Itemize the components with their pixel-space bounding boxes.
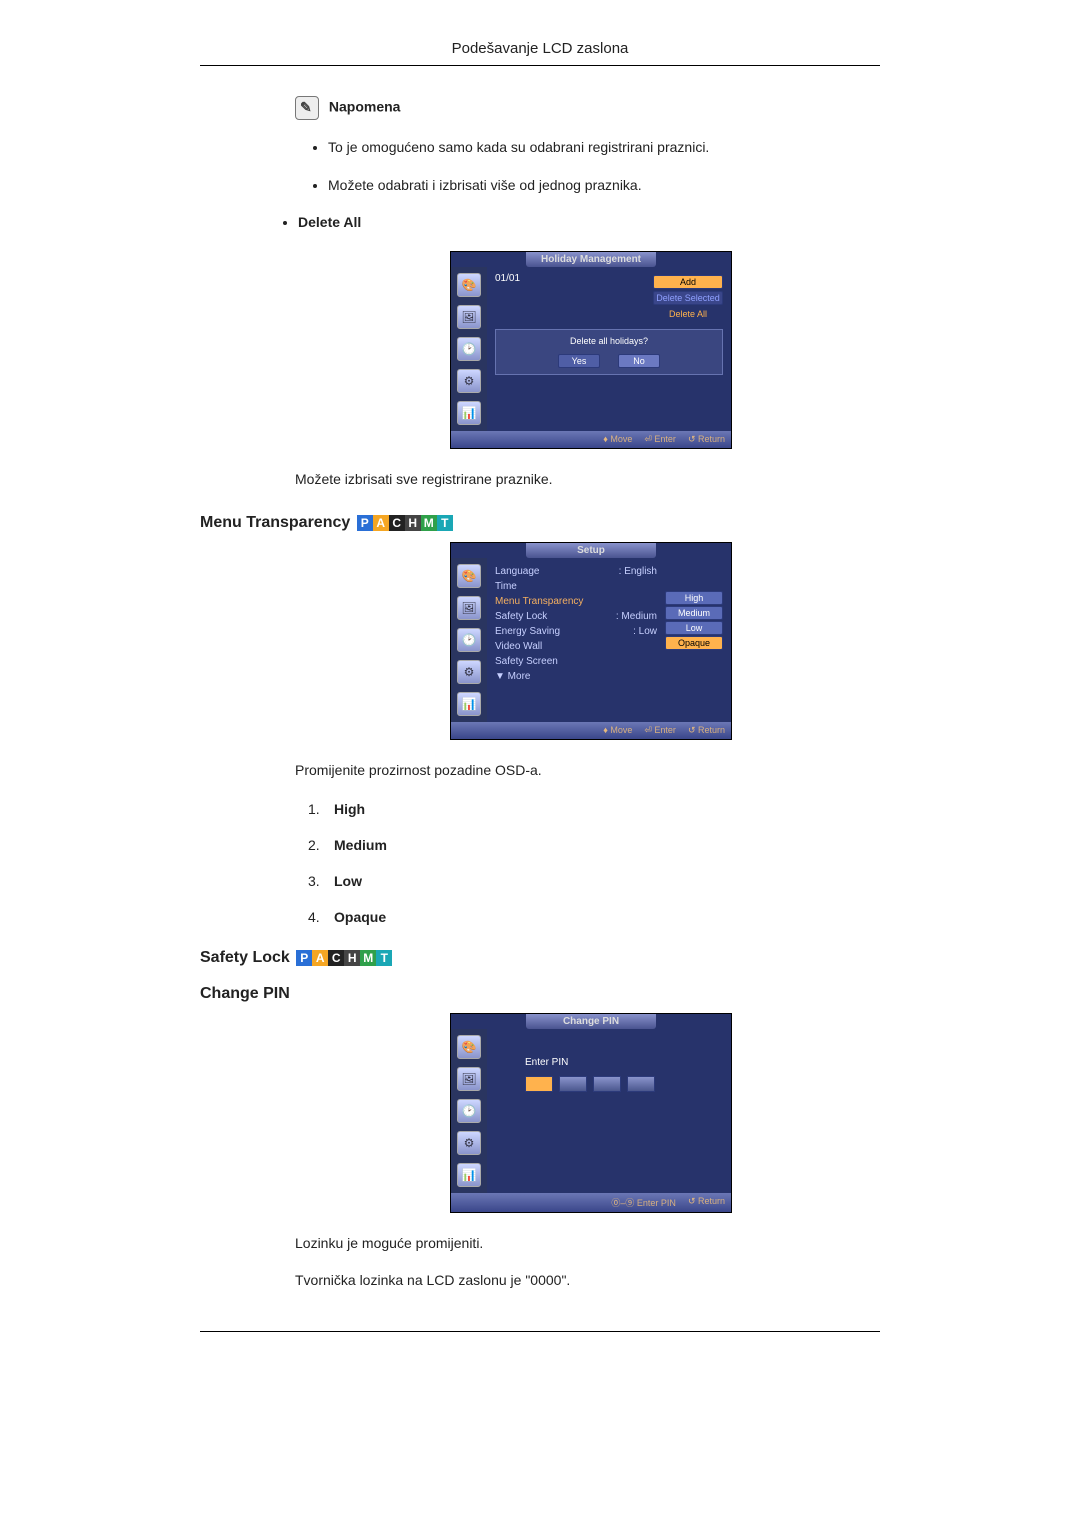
option-high-item: 1.High [308, 801, 880, 817]
osd-footer: ♦ Move ⏎ Enter ↺ Return [451, 431, 731, 448]
enter-pin-label: Enter PIN [525, 1057, 723, 1068]
delete-selected-button[interactable]: Delete Selected [653, 291, 723, 305]
osd-icon-gear[interactable]: ⚙ [457, 660, 481, 684]
osd-icon-palette[interactable]: 🎨 [457, 564, 481, 588]
option-low[interactable]: Low [665, 621, 723, 635]
osd-icon-gear[interactable]: ⚙ [457, 1131, 481, 1155]
menu-video-wall[interactable]: Video Wall [495, 639, 657, 654]
note-bullet: To je omogućeno samo kada su odabrani re… [328, 138, 880, 158]
holiday-date: 01/01 [495, 273, 520, 284]
menu-more[interactable]: ▼ More [495, 669, 657, 684]
osd-footer: ♦ Move ⏎ Enter ↺ Return [451, 722, 731, 739]
note-heading-label: Napomena [329, 99, 401, 115]
osd-icon-clock[interactable]: 🕑 [457, 628, 481, 652]
m-icon: M [421, 515, 437, 531]
t-icon: T [437, 515, 453, 531]
delete-all-dialog: Delete all holidays? Yes No [495, 329, 723, 375]
osd-icon-palette[interactable]: 🎨 [457, 1035, 481, 1059]
menu-energy-saving[interactable]: Energy Saving: Low [495, 624, 657, 639]
a-icon: A [312, 950, 328, 966]
pin-input-boxes[interactable] [525, 1076, 723, 1092]
osd-sidebar-icons: 🎨 🖼 🕑 ⚙ 📊 [451, 267, 487, 431]
osd-icon-clock[interactable]: 🕑 [457, 337, 481, 361]
menu-language[interactable]: Language: English [495, 564, 657, 579]
dialog-question: Delete all holidays? [502, 336, 716, 346]
menu-time[interactable]: Time [495, 579, 657, 594]
page-title: Podešavanje LCD zaslona [200, 40, 880, 66]
option-medium-item: 2.Medium [308, 837, 880, 853]
footer-enter: ⏎ Enter [644, 434, 676, 445]
footer-return: ↺ Return [688, 434, 725, 445]
footer-move: ♦ Move [603, 725, 632, 736]
osd-footer: ⓪–⑨ Enter PIN ↺ Return [451, 1193, 731, 1212]
p-icon: P [296, 950, 312, 966]
osd-holiday-management: Holiday Management 🎨 🖼 🕑 ⚙ 📊 01/01 Add D… [450, 251, 732, 449]
delete-all-desc: Možete izbrisati sve registrirane prazni… [295, 469, 880, 490]
delete-all-button[interactable]: Delete All [653, 307, 723, 321]
osd-title: Holiday Management [526, 252, 656, 267]
osd-icon-palette[interactable]: 🎨 [457, 273, 481, 297]
menu-transparency-heading: Menu Transparency P A C H M T [200, 514, 880, 532]
change-pin-desc2: Tvornička lozinka na LCD zaslonu je "000… [295, 1270, 880, 1291]
pin-box-4[interactable] [627, 1076, 655, 1092]
pin-box-2[interactable] [559, 1076, 587, 1092]
menu-menu-transparency[interactable]: Menu Transparency [495, 594, 657, 609]
osd-sidebar-icons: 🎨 🖼 🕑 ⚙ 📊 [451, 558, 487, 722]
a-icon: A [373, 515, 389, 531]
note-bullet: Možete odabrati i izbrisati više od jedn… [328, 176, 880, 196]
footer-return: ↺ Return [688, 1196, 725, 1209]
footer-move: ♦ Move [603, 434, 632, 445]
h-icon: H [344, 950, 360, 966]
option-low-item: 3.Low [308, 873, 880, 889]
footer-enter: ⏎ Enter [644, 725, 676, 736]
note-heading: Napomena [295, 96, 880, 120]
delete-all-item: Delete All [298, 213, 880, 233]
osd-title: Setup [526, 543, 656, 558]
safety-lock-heading: Safety Lock P A C H M T [200, 949, 880, 967]
osd-icon-image[interactable]: 🖼 [457, 305, 481, 329]
dialog-yes-button[interactable]: Yes [558, 354, 600, 368]
change-pin-desc1: Lozinku je moguće promijeniti. [295, 1233, 880, 1254]
m-icon: M [360, 950, 376, 966]
menu-safety-screen[interactable]: Safety Screen [495, 654, 657, 669]
osd-icon-image[interactable]: 🖼 [457, 1067, 481, 1091]
footer-enter-pin: ⓪–⑨ Enter PIN [611, 1196, 676, 1209]
osd-icon-bars[interactable]: 📊 [457, 692, 481, 716]
osd-sidebar-icons: 🎨 🖼 🕑 ⚙ 📊 [451, 1029, 487, 1193]
option-opaque[interactable]: Opaque [665, 636, 723, 650]
h-icon: H [405, 515, 421, 531]
pencil-icon [295, 96, 319, 120]
pin-box-1[interactable] [525, 1076, 553, 1092]
footer-return: ↺ Return [688, 725, 725, 736]
pin-box-3[interactable] [593, 1076, 621, 1092]
change-pin-heading: Change PIN [200, 985, 880, 1003]
t-icon: T [376, 950, 392, 966]
osd-icon-gear[interactable]: ⚙ [457, 369, 481, 393]
p-icon: P [357, 515, 373, 531]
transparency-desc: Promijenite prozirnost pozadine OSD-a. [295, 760, 880, 781]
osd-icon-bars[interactable]: 📊 [457, 401, 481, 425]
pachmt-icons: P A C H M T [357, 515, 453, 531]
c-icon: C [328, 950, 344, 966]
bottom-rule [200, 1331, 880, 1332]
delete-all-label: Delete All [298, 214, 361, 230]
osd-icon-bars[interactable]: 📊 [457, 1163, 481, 1187]
add-button[interactable]: Add [653, 275, 723, 289]
option-opaque-item: 4.Opaque [308, 909, 880, 925]
osd-icon-image[interactable]: 🖼 [457, 596, 481, 620]
pachmt-icons: P A C H M T [296, 950, 392, 966]
c-icon: C [389, 515, 405, 531]
osd-setup: Setup 🎨 🖼 🕑 ⚙ 📊 Language: English Time M… [450, 542, 732, 740]
osd-icon-clock[interactable]: 🕑 [457, 1099, 481, 1123]
dialog-no-button[interactable]: No [618, 354, 660, 368]
osd-title: Change PIN [526, 1014, 656, 1029]
menu-safety-lock[interactable]: Safety Lock: Medium [495, 609, 657, 624]
option-medium[interactable]: Medium [665, 606, 723, 620]
option-high[interactable]: High [665, 591, 723, 605]
osd-change-pin: Change PIN 🎨 🖼 🕑 ⚙ 📊 Enter PIN [450, 1013, 732, 1213]
